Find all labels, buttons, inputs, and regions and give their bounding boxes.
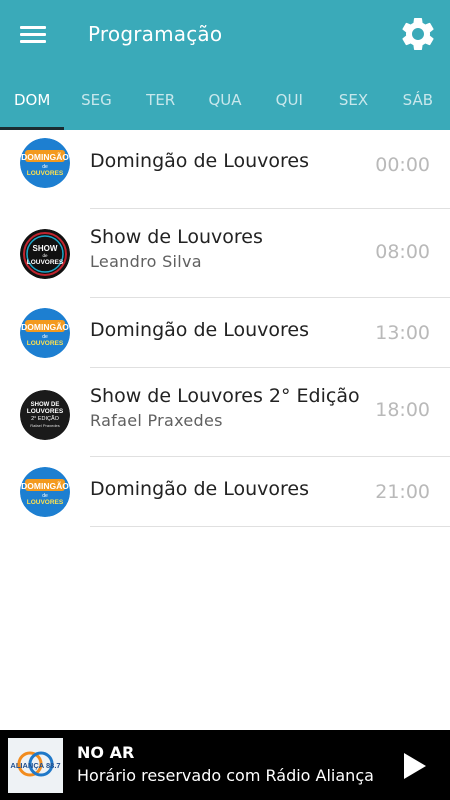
program-logo: DOMINGÃO de LOUVORES xyxy=(20,467,70,517)
program-host: Rafael Praxedes xyxy=(90,411,223,430)
logo-text: DOMINGÃO xyxy=(21,322,69,332)
logo-text: ALIANÇA 88.7 xyxy=(10,761,60,770)
list-item[interactable]: DOMINGÃO de LOUVORES Domingão de Louvore… xyxy=(0,298,450,368)
program-logo: DOMINGÃO de LOUVORES xyxy=(20,138,70,188)
logo-text: SHOW xyxy=(33,244,58,253)
logo-text: LOUVORES xyxy=(27,170,64,177)
program-logo: DOMINGÃO de LOUVORES xyxy=(20,308,70,358)
gear-icon[interactable] xyxy=(398,14,438,54)
logo-text: LOUVORES xyxy=(27,499,64,506)
program-time: 00:00 xyxy=(375,154,430,176)
list-item[interactable]: DOMINGÃO de LOUVORES Domingão de Louvore… xyxy=(0,130,450,209)
station-logo: ALIANÇA 88.7 xyxy=(8,738,63,793)
app-bar: Programação DOM SEG TER QUA QUI SEX SÁB xyxy=(0,0,450,130)
program-logo: SHOW DE LOUVORES 2° EDIÇÃO Rafael Praxed… xyxy=(20,390,70,440)
now-playing-bar[interactable]: ALIANÇA 88.7 NO AR Horário reservado com… xyxy=(0,730,450,800)
tab-ter[interactable]: TER xyxy=(129,84,193,130)
tab-qui[interactable]: QUI xyxy=(257,84,321,130)
logo-text: LOUVORES xyxy=(27,259,64,266)
logo-text: Rafael Praxedes xyxy=(30,423,60,428)
list-item[interactable]: SHOW de LOUVORES Show de Louvores Leandr… xyxy=(0,209,450,298)
program-time: 18:00 xyxy=(375,399,430,421)
program-time: 13:00 xyxy=(375,322,430,344)
play-icon[interactable] xyxy=(404,753,426,779)
tab-qua[interactable]: QUA xyxy=(193,84,257,130)
tab-seg[interactable]: SEG xyxy=(64,84,128,130)
tab-sex[interactable]: SEX xyxy=(321,84,385,130)
day-tabs: DOM SEG TER QUA QUI SEX SÁB xyxy=(0,84,450,130)
list-item[interactable]: DOMINGÃO de LOUVORES Domingão de Louvore… xyxy=(0,457,450,527)
logo-text: LOUVORES xyxy=(27,408,64,415)
hamburger-menu-icon[interactable] xyxy=(16,20,54,50)
program-title: Domingão de Louvores xyxy=(90,319,310,341)
schedule-list: DOMINGÃO de LOUVORES Domingão de Louvore… xyxy=(0,130,450,527)
program-logo: SHOW de LOUVORES xyxy=(20,229,70,279)
divider xyxy=(90,526,450,527)
page-title: Programação xyxy=(88,22,223,46)
tab-sab[interactable]: SÁB xyxy=(386,84,450,130)
list-item[interactable]: SHOW DE LOUVORES 2° EDIÇÃO Rafael Praxed… xyxy=(0,368,450,457)
tab-dom[interactable]: DOM xyxy=(0,84,65,130)
program-time: 21:00 xyxy=(375,481,430,503)
logo-text: de xyxy=(42,253,48,258)
logo-text: DOMINGÃO xyxy=(21,481,69,491)
program-title: Show de Louvores 2° Edição xyxy=(90,385,360,407)
program-time: 08:00 xyxy=(375,241,430,263)
now-playing-description: Horário reservado com Rádio Aliança xyxy=(77,766,374,785)
logo-text: LOUVORES xyxy=(27,340,64,347)
program-title: Domingão de Louvores xyxy=(90,478,310,500)
on-air-label: NO AR xyxy=(77,743,135,762)
program-title: Domingão de Louvores xyxy=(90,150,310,172)
program-host: Leandro Silva xyxy=(90,252,202,271)
program-title: Show de Louvores xyxy=(90,226,263,248)
logo-text: 2° EDIÇÃO xyxy=(31,415,60,422)
logo-text: DOMINGÃO xyxy=(21,152,69,162)
